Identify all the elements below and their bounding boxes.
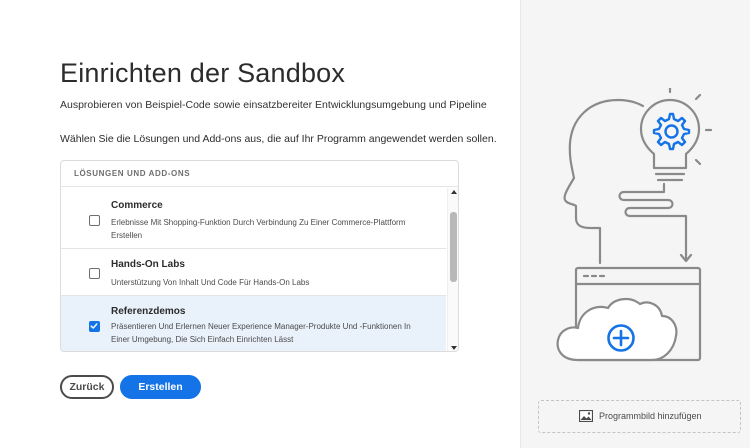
main-panel: Einrichten der Sandbox Ausprobieren von …	[0, 0, 520, 448]
scrollbar[interactable]	[447, 188, 458, 351]
instruction-text: Wählen Sie die Lösungen und Add-ons aus,…	[60, 133, 497, 145]
checkbox-commerce[interactable]	[89, 215, 100, 226]
list-item-referenzdemos[interactable]: Referenzdemos Präsentieren Und Erlernen …	[61, 296, 446, 351]
item-description: Unterstützung Von Inhalt Und Code Für Ha…	[111, 278, 310, 287]
scroll-up-arrow-icon[interactable]	[451, 190, 457, 194]
item-title: Commerce	[111, 200, 163, 211]
image-icon	[579, 410, 593, 422]
item-description: Erlebnisse Mit Shopping-Funktion Durch V…	[111, 218, 406, 240]
checkbox-referenzdemos[interactable]	[89, 321, 100, 332]
solutions-list[interactable]: Commerce Erlebnisse Mit Shopping-Funktio…	[61, 188, 446, 351]
checkbox-hands-on-labs[interactable]	[89, 268, 100, 279]
create-button[interactable]: Erstellen	[120, 375, 201, 399]
scrollbar-thumb[interactable]	[450, 212, 457, 282]
add-program-image-button[interactable]: Programmbild hinzufügen	[538, 400, 741, 433]
add-image-label: Programmbild hinzufügen	[599, 411, 702, 421]
list-item-hands-on-labs[interactable]: Hands-On Labs Unterstützung Von Inhalt U…	[61, 249, 446, 296]
item-title: Referenzdemos	[111, 306, 186, 317]
checkmark-icon	[90, 323, 98, 329]
page-title: Einrichten der Sandbox	[60, 58, 346, 88]
item-description: Präsentieren Und Erlernen Neuer Experien…	[111, 322, 411, 344]
head-lightbulb-gear-cloud-illustration	[556, 88, 713, 362]
page-subtitle: Ausprobieren von Beispiel-Code sowie ein…	[60, 99, 487, 111]
back-button[interactable]: Zurück	[60, 375, 114, 399]
item-title: Hands-On Labs	[111, 259, 185, 270]
list-item-commerce[interactable]: Commerce Erlebnisse Mit Shopping-Funktio…	[61, 188, 446, 249]
solutions-panel: LÖSUNGEN UND ADD-ONS Commerce Erlebnisse…	[60, 160, 459, 352]
panel-header: LÖSUNGEN UND ADD-ONS	[61, 161, 458, 187]
scroll-down-arrow-icon[interactable]	[451, 346, 457, 350]
